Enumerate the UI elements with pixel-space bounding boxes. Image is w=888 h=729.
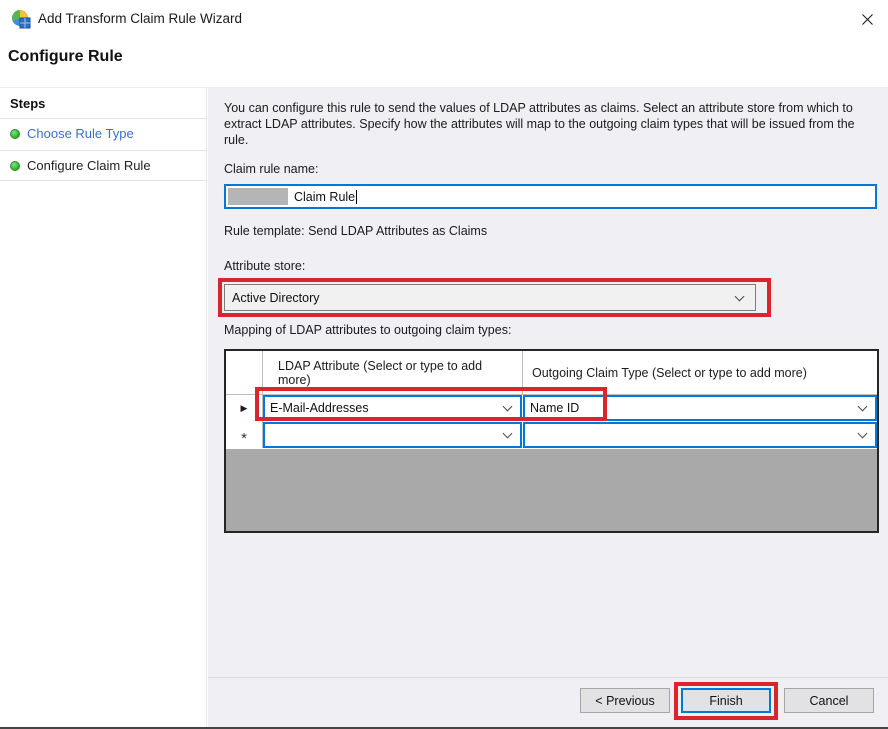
sidebar-divider	[0, 180, 207, 181]
step-complete-dot-icon	[10, 129, 20, 139]
adfs-wizard-icon	[10, 8, 32, 30]
grid-empty-area	[226, 449, 877, 531]
new-row-asterisk-icon: *	[241, 429, 247, 447]
claim-rule-name-value: Claim Rule	[294, 189, 356, 204]
window-title: Add Transform Claim Rule Wizard	[38, 11, 243, 26]
title-bar: Add Transform Claim Rule Wizard	[0, 0, 888, 38]
current-row-arrow-icon: ▶	[240, 403, 248, 413]
column-header-ldap-attribute: LDAP Attribute (Select or type to add mo…	[278, 358, 483, 387]
mapping-label: Mapping of LDAP attributes to outgoing c…	[224, 323, 512, 337]
ldap-attribute-dropdown-row1[interactable]: E-Mail-Addresses	[263, 395, 522, 421]
steps-sidebar: Steps Choose Rule Type Configure Claim R…	[0, 88, 207, 727]
claim-rule-name-input[interactable]: Claim Rule	[224, 184, 877, 209]
rule-description-text: You can configure this rule to send the …	[224, 101, 855, 147]
attribute-store-dropdown[interactable]: Active Directory	[224, 284, 756, 311]
sidebar-item-choose-rule-type[interactable]: Choose Rule Type	[0, 119, 207, 149]
ldap-attribute-dropdown-row2[interactable]	[263, 422, 522, 448]
outgoing-claim-type-value: Name ID	[530, 401, 580, 415]
sidebar-item-label: Configure Claim Rule	[27, 158, 151, 173]
wizard-content-pane: You can configure this rule to send the …	[208, 88, 888, 727]
row-marker-new: *	[226, 422, 262, 449]
close-icon[interactable]	[856, 8, 878, 30]
ldap-attribute-value: E-Mail-Addresses	[270, 401, 369, 415]
footer-divider	[208, 677, 888, 678]
rule-template-text: Rule template: Send LDAP Attributes as C…	[224, 224, 488, 238]
sidebar-item-label: Choose Rule Type	[27, 126, 134, 141]
chevron-down-icon	[502, 401, 513, 412]
cancel-button[interactable]: Cancel	[784, 688, 874, 713]
chevron-down-icon	[734, 291, 745, 302]
chevron-down-icon	[502, 428, 513, 439]
claim-rule-name-label: Claim rule name:	[224, 162, 319, 176]
page-title: Configure Rule	[8, 48, 123, 65]
mapping-table: LDAP Attribute (Select or type to add mo…	[224, 349, 879, 533]
outgoing-claim-type-dropdown-row2[interactable]	[523, 422, 877, 448]
steps-header: Steps	[10, 96, 46, 111]
sidebar-item-configure-claim-rule[interactable]: Configure Claim Rule	[0, 151, 207, 181]
column-header-outgoing-claim-type: Outgoing Claim Type (Select or type to a…	[532, 365, 807, 380]
text-caret	[356, 189, 358, 204]
chevron-down-icon	[857, 428, 868, 439]
step-complete-dot-icon	[10, 161, 20, 171]
previous-button[interactable]: < Previous	[580, 688, 670, 713]
chevron-down-icon	[857, 401, 868, 412]
grid-line	[522, 351, 523, 394]
finish-button[interactable]: Finish	[681, 688, 771, 713]
outgoing-claim-type-dropdown-row1[interactable]: Name ID	[523, 395, 877, 421]
redacted-text-block	[228, 188, 288, 205]
row-marker-current: ▶	[226, 395, 262, 422]
attribute-store-label: Attribute store:	[224, 259, 306, 273]
attribute-store-value: Active Directory	[232, 290, 320, 305]
